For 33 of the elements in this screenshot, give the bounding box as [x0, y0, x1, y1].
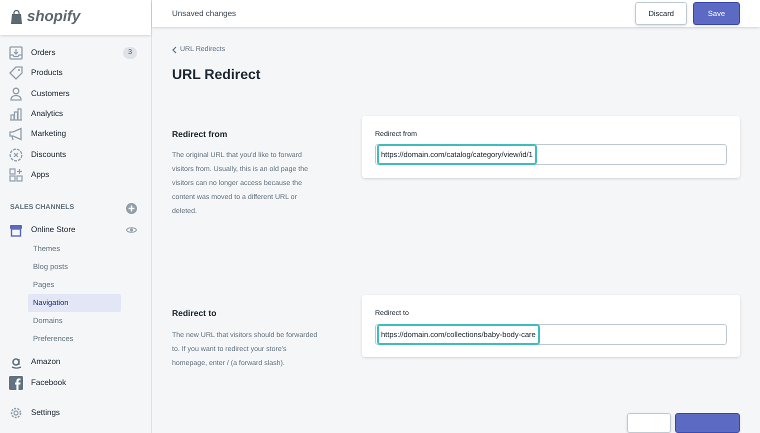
apps-grid-icon [9, 168, 23, 182]
letter-a-icon [9, 355, 23, 370]
sidebar-item[interactable]: Customers [31, 88, 70, 100]
sidebar-item[interactable]: Products [31, 67, 63, 80]
primary-button[interactable] [675, 413, 740, 433]
chevron-left-icon [172, 46, 177, 54]
sidebar-item[interactable]: Orders [31, 47, 56, 60]
megaphone-icon [9, 127, 23, 142]
sidebar-item[interactable]: Settings [31, 407, 60, 419]
sidebar-item[interactable]: Amazon [31, 356, 60, 368]
tag-icon [9, 66, 23, 80]
section-title: Redirect from [172, 128, 228, 140]
logo-text: shopify [27, 7, 80, 28]
secondary-button[interactable] [627, 413, 671, 433]
sidebar-item[interactable]: Marketing [31, 128, 66, 140]
person-icon [9, 86, 23, 101]
facebook-f-icon [9, 376, 23, 390]
sidebar-item[interactable]: Analytics [31, 108, 64, 120]
page-title: URL Redirect [172, 64, 262, 84]
sidebar-item[interactable]: Online Store [31, 224, 76, 236]
bar-chart-icon [9, 107, 23, 122]
inbox-icon [9, 46, 23, 60]
eye-icon[interactable] [126, 226, 137, 234]
add-icon[interactable] [126, 203, 137, 214]
shopping-bag-icon [10, 10, 23, 25]
discount-badge-icon [9, 148, 23, 162]
sidebar-item[interactable]: Discounts [31, 148, 66, 161]
sidebar-item[interactable]: Apps [31, 168, 50, 181]
sidebar-item[interactable]: Facebook [31, 376, 66, 389]
gear-icon [9, 406, 23, 420]
storefront-icon [9, 224, 23, 237]
unsaved-changes-text: Unsaved changes [172, 8, 236, 20]
section-title: Redirect to [172, 307, 218, 320]
